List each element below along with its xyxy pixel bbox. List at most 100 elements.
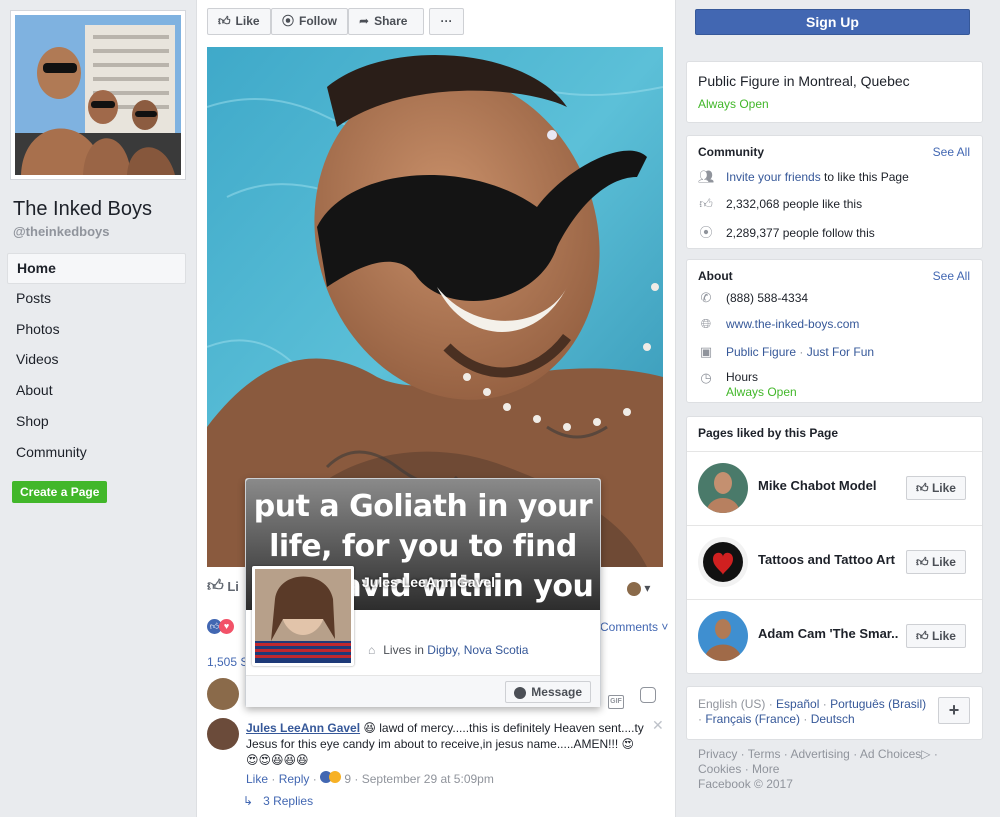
hovercard-name[interactable]: Jules LeeAnn Gavel bbox=[362, 574, 495, 590]
profile-photo-image bbox=[15, 15, 181, 175]
globe-icon: 🌐︎ bbox=[700, 316, 712, 331]
sticker-icon[interactable] bbox=[640, 687, 657, 703]
liked-page-avatar[interactable] bbox=[698, 537, 748, 587]
gif-icon[interactable]: GIF bbox=[608, 695, 624, 709]
comment-avatar[interactable] bbox=[207, 718, 239, 750]
love-reaction-icon: ♥ bbox=[219, 619, 234, 634]
comment-timestamp[interactable]: September 29 at 5:09pm bbox=[362, 772, 494, 786]
post-like-button[interactable]: Li bbox=[227, 579, 239, 594]
invite-row: 👥︎ Invite your friends to like this Page bbox=[698, 169, 909, 185]
liked-page-name[interactable]: Mike Chabot Model bbox=[758, 478, 898, 493]
heart-eyes-emoji-icon: 😍 bbox=[621, 737, 635, 751]
liked-page-row: Mike Chabot Model 👍︎ Like bbox=[687, 451, 982, 525]
footer-link-ad-choices[interactable]: Ad Choices bbox=[860, 747, 921, 761]
category-icon: ▣ bbox=[699, 344, 713, 359]
comments-order-link[interactable]: Comments ˅ bbox=[600, 620, 668, 634]
profile-picture[interactable] bbox=[10, 10, 186, 180]
nav-item-posts[interactable]: Posts bbox=[7, 284, 186, 315]
footer-link-more[interactable]: More bbox=[752, 762, 779, 776]
footer-link-privacy[interactable]: Privacy bbox=[698, 747, 737, 761]
hours-row: ◷ Hours Always Open bbox=[698, 370, 797, 400]
hovercard-avatar[interactable] bbox=[252, 566, 354, 666]
category-link-1[interactable]: Public Figure bbox=[726, 345, 796, 359]
home-icon: ⌂ bbox=[368, 643, 376, 657]
language-link[interactable]: Deutsch bbox=[811, 712, 855, 726]
nav-item-shop[interactable]: Shop bbox=[7, 407, 186, 438]
footer-link-advertising[interactable]: Advertising bbox=[790, 747, 849, 761]
reaction-selector-dropdown[interactable]: ▾ bbox=[627, 581, 650, 596]
comment-reply-link[interactable]: Reply bbox=[279, 772, 310, 786]
thumbs-up-icon: 👍︎ bbox=[916, 481, 929, 495]
website-row: 🌐︎ www.the-inked-boys.com bbox=[698, 316, 860, 332]
follow-button[interactable]: ⦿ Follow bbox=[271, 8, 348, 35]
liked-page-like-button[interactable]: 👍︎ Like bbox=[906, 624, 966, 648]
nav-item-home[interactable]: Home bbox=[7, 253, 186, 284]
view-replies-link[interactable]: ↳ 3 Replies bbox=[243, 794, 313, 808]
liked-page-avatar[interactable] bbox=[698, 611, 748, 661]
more-options-button[interactable]: ··· bbox=[429, 8, 464, 35]
like-label: Like bbox=[931, 481, 956, 495]
comment-text-line2: Jesus for this eye candy im about to rec… bbox=[246, 737, 619, 751]
page-handle[interactable]: @theinkedboys bbox=[13, 224, 109, 239]
nav-item-about[interactable]: About bbox=[7, 376, 186, 407]
thumbs-up-icon: 👍︎ bbox=[699, 196, 713, 211]
hovercard-footer: Message bbox=[246, 675, 600, 707]
footer-link-cookies[interactable]: Cookies bbox=[698, 762, 741, 776]
hours-label: Hours bbox=[726, 370, 759, 384]
website-link[interactable]: www.the-inked-boys.com bbox=[726, 317, 859, 331]
comment-emoji-line: 😍😍😆😆😆 bbox=[246, 753, 309, 767]
reply-arrow-icon: ↳ bbox=[243, 794, 254, 808]
language-link[interactable]: Português (Brasil) bbox=[830, 697, 926, 711]
comment-author-link[interactable]: Jules LeeAnn Gavel bbox=[246, 721, 360, 735]
liked-page-like-button[interactable]: 👍︎ Like bbox=[906, 476, 966, 500]
sign-up-button[interactable]: Sign Up bbox=[695, 9, 970, 35]
language-link[interactable]: Français (France) bbox=[705, 712, 800, 726]
composer-icons: GIF bbox=[608, 687, 657, 709]
liked-page-name[interactable]: Tattoos and Tattoo Art bbox=[758, 552, 898, 567]
message-button[interactable]: Message bbox=[505, 681, 591, 703]
about-card: About See All ✆ (888) 588-4334 🌐︎ www.the-… bbox=[686, 259, 983, 403]
invite-friends-link[interactable]: Invite your friends bbox=[726, 170, 821, 184]
caret-down-icon: ▾ bbox=[644, 581, 651, 595]
phone-number: (888) 588-4334 bbox=[726, 291, 809, 305]
clock-icon: ◷ bbox=[700, 370, 712, 385]
nav-item-videos[interactable]: Videos bbox=[7, 345, 186, 376]
liked-page-name[interactable]: Adam Cam 'The Smar... bbox=[758, 626, 898, 641]
share-button[interactable]: ➦ Share bbox=[348, 8, 424, 35]
page-name[interactable]: The Inked Boys bbox=[13, 198, 152, 221]
category-link-2[interactable]: Just For Fun bbox=[807, 345, 874, 359]
comment-reaction-icons[interactable]: 9 bbox=[320, 771, 351, 786]
footer-link-terms[interactable]: Terms bbox=[748, 747, 781, 761]
follows-count: 2,289,377 people follow this bbox=[726, 226, 875, 240]
close-icon[interactable]: ✕ bbox=[652, 717, 664, 734]
open-status: Always Open bbox=[698, 97, 769, 111]
nav-item-community[interactable]: Community bbox=[7, 438, 186, 469]
more-languages-button[interactable]: + bbox=[938, 697, 970, 724]
footer-links: Privacy · Terms · Advertising · Ad Choic… bbox=[698, 747, 938, 791]
avatar bbox=[207, 718, 239, 750]
community-see-all-link[interactable]: See All bbox=[933, 145, 970, 159]
category-row: ▣ Public Figure · Just For Fun bbox=[698, 344, 874, 360]
comment-like-link[interactable]: Like bbox=[246, 772, 268, 786]
nav-item-photos[interactable]: Photos bbox=[7, 315, 186, 346]
create-page-button[interactable]: Create a Page bbox=[12, 481, 108, 503]
liked-page-avatar[interactable] bbox=[698, 463, 748, 513]
about-see-all-link[interactable]: See All bbox=[933, 269, 970, 283]
info-card: Public Figure in Montreal, Quebec Always… bbox=[686, 61, 983, 123]
follows-row: ⦿ 2,289,377 people follow this bbox=[698, 222, 875, 241]
language-link[interactable]: Español bbox=[776, 697, 819, 711]
hours-value: Always Open bbox=[726, 385, 797, 399]
reaction-count[interactable]: 1,505 S bbox=[207, 655, 248, 669]
reactions-summary[interactable]: 👍︎ ♥ bbox=[207, 618, 234, 634]
like-label: Like bbox=[931, 629, 956, 643]
friends-icon: 👥︎ bbox=[698, 169, 715, 184]
liked-page-row: Adam Cam 'The Smar... 👍︎ Like bbox=[687, 599, 982, 673]
post-action-row: 👍︎ Li bbox=[207, 577, 239, 596]
page-like-button[interactable]: 👍︎ Like bbox=[207, 8, 271, 35]
avatar-icon bbox=[627, 581, 641, 596]
likes-row: 👍︎ 2,332,068 people like this bbox=[698, 196, 862, 212]
liked-page-like-button[interactable]: 👍︎ Like bbox=[906, 550, 966, 574]
page-nav: Home Posts Photos Videos About Shop Comm… bbox=[7, 253, 186, 469]
lives-city-link[interactable]: Digby, Nova Scotia bbox=[427, 643, 528, 657]
thumbs-up-icon: 👍︎ bbox=[218, 14, 231, 28]
